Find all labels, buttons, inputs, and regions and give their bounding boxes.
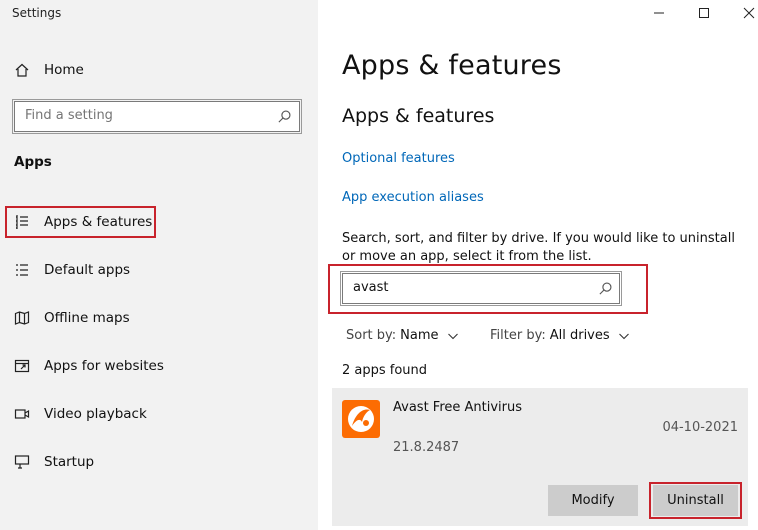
close-button[interactable] [740, 4, 758, 22]
uninstall-button[interactable]: Uninstall [653, 485, 738, 516]
chevron-down-icon [447, 333, 458, 339]
app-execution-aliases-link[interactable]: App execution aliases [342, 190, 484, 205]
sort-by-label: Sort by: [346, 328, 397, 343]
description-text: Search, sort, and filter by drive. If yo… [342, 231, 735, 264]
maximize-icon [699, 8, 709, 18]
modify-button[interactable]: Modify [548, 485, 638, 516]
find-setting-search[interactable] [12, 99, 302, 134]
sort-by-dropdown[interactable]: Sort by: Name [346, 328, 459, 343]
app-search-input[interactable] [353, 280, 583, 295]
sort-by-value: Name [400, 328, 439, 343]
filter-by-label: Filter by: [490, 328, 546, 343]
link-window-icon [14, 358, 30, 374]
section-label-apps: Apps [14, 154, 52, 170]
startup-icon [14, 454, 30, 470]
sidebar-item-label: Offline maps [44, 310, 130, 326]
sidebar-item-label: Apps & features [44, 214, 153, 230]
app-name: Avast Free Antivirus [393, 400, 523, 415]
sidebar-item-label: Startup [44, 454, 95, 470]
video-icon [14, 406, 30, 422]
page-title: Apps & features [342, 50, 562, 81]
filter-by-dropdown[interactable]: Filter by: All drives [490, 328, 630, 343]
app-version: 21.8.2487 [393, 440, 460, 455]
minimize-icon [654, 12, 664, 14]
close-icon [743, 7, 755, 19]
sidebar-item-label: Default apps [44, 262, 131, 278]
section-title: Apps & features [342, 105, 495, 127]
sidebar-item-apps-features[interactable]: Apps & features [14, 210, 152, 234]
find-setting-input[interactable] [25, 108, 265, 123]
window-title: Settings [12, 6, 62, 20]
list-icon [14, 214, 30, 230]
search-icon[interactable] [277, 109, 292, 124]
optional-features-link[interactable]: Optional features [342, 151, 455, 166]
app-install-date: 04-10-2021 [662, 420, 738, 435]
avast-logo-icon [342, 400, 380, 438]
app-search-box[interactable] [340, 271, 622, 306]
minimize-button[interactable] [650, 4, 668, 22]
nav-home-label: Home [44, 62, 84, 78]
chevron-down-icon [618, 333, 629, 339]
sidebar-item-video-playback[interactable]: Video playback [14, 402, 147, 426]
home-icon [14, 62, 30, 78]
sidebar-item-label: Apps for websites [44, 358, 164, 374]
sidebar-item-apps-for-websites[interactable]: Apps for websites [14, 354, 164, 378]
filter-by-value: All drives [549, 328, 610, 343]
maximize-button[interactable] [695, 4, 713, 22]
search-icon[interactable] [598, 281, 613, 296]
sidebar: Settings Home Apps Apps & features Defau… [0, 0, 318, 530]
app-list-item[interactable]: Avast Free Antivirus 04-10-2021 21.8.248… [332, 388, 748, 526]
sidebar-item-default-apps[interactable]: Default apps [14, 258, 130, 282]
apps-found-count: 2 apps found [342, 363, 428, 378]
nav-home[interactable]: Home [14, 58, 84, 82]
sidebar-item-offline-maps[interactable]: Offline maps [14, 306, 130, 330]
sidebar-item-label: Video playback [44, 406, 147, 422]
sidebar-item-startup[interactable]: Startup [14, 450, 94, 474]
default-apps-icon [14, 262, 30, 278]
map-icon [14, 310, 30, 326]
main-panel: Apps & features Apps & features Optional… [318, 0, 758, 530]
